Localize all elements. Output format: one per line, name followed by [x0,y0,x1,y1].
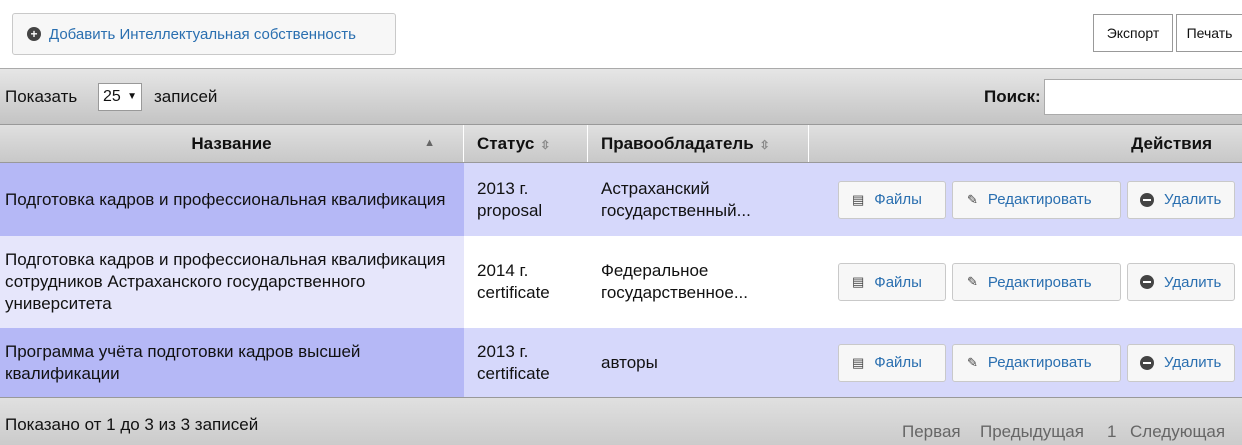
table-toolbar: Показать 25 ▼ записей Поиск: [0,68,1242,125]
cell-actions: ▤ Файлы ✎ Редактировать Удалить [810,236,1242,328]
edit-label: Редактировать [987,191,1092,208]
export-button[interactable]: Экспорт [1093,14,1173,52]
pagination-previous[interactable]: Предыдущая [980,422,1084,442]
pencil-icon: ✎ [967,354,978,370]
sort-asc-icon: ▲ [424,137,435,149]
length-suffix: записей [154,87,218,106]
cell-status: 2013 г. certificate [477,341,550,383]
edit-label: Редактировать [987,273,1092,291]
cell-actions: ▤ Файлы ✎ Редактировать Удалить [810,328,1242,397]
add-ip-button[interactable]: + Добавить Интеллектуальная собственност… [12,13,396,55]
files-button[interactable]: ▤ Файлы [838,343,946,382]
cell-owner: Федеральное государственное... [601,261,748,302]
delete-button[interactable]: Удалить [1127,263,1235,301]
delete-button[interactable]: Удалить [1127,180,1235,219]
column-header-status-label: Статус [477,134,535,153]
file-icon: ▤ [852,191,865,207]
delete-label: Удалить [1164,273,1222,291]
delete-label: Удалить [1164,191,1222,208]
page-length-value: 25 [103,88,121,105]
length-label: Показать [5,87,78,106]
minus-circle-icon [1140,275,1154,289]
cell-name: Программа учёта подготовки кадров высшей… [0,328,464,397]
search-input[interactable] [1044,79,1242,115]
cell-name: Подготовка кадров и профессиональная ква… [0,163,464,236]
delete-button[interactable]: Удалить [1127,343,1235,382]
minus-circle-icon [1140,192,1154,207]
column-header-owner[interactable]: Правообладатель ⇳ [589,125,809,162]
print-button[interactable]: Печать [1176,14,1242,52]
table-row: Программа учёта подготовки кадров высшей… [0,328,1242,397]
file-icon: ▤ [852,354,865,370]
search-label: Поиск: [984,87,1041,106]
cell-owner: Астраханский государственный... [601,178,751,220]
edit-button[interactable]: ✎ Редактировать [952,263,1121,301]
table-info: Показано от 1 до 3 из 3 записей [5,415,259,434]
column-header-owner-label: Правообладатель [601,134,754,153]
file-icon: ▤ [852,274,865,289]
cell-name: Подготовка кадров и профессиональная ква… [0,236,464,328]
table-row: Подготовка кадров и профессиональная ква… [0,163,1242,236]
table-row: Подготовка кадров и профессиональная ква… [0,236,1242,328]
pagination-first[interactable]: Первая [902,422,961,442]
table-footer: Показано от 1 до 3 из 3 записей Первая П… [0,397,1242,445]
pencil-icon: ✎ [967,191,978,207]
pagination-page-1[interactable]: 1 [1107,422,1116,442]
cell-actions: ▤ Файлы ✎ Редактировать Удалить [810,163,1242,236]
delete-label: Удалить [1164,354,1222,371]
files-label: Файлы [874,354,922,371]
column-header-name-label: Название [191,134,272,153]
column-header-name[interactable]: Название ▲ [0,125,464,162]
files-button[interactable]: ▤ Файлы [838,180,946,219]
edit-button[interactable]: ✎ Редактировать [952,343,1121,382]
cell-status: 2014 г. certificate [477,261,550,302]
pagination-next[interactable]: Следующая [1130,422,1225,442]
edit-button[interactable]: ✎ Редактировать [952,180,1121,219]
column-header-actions: Действия [1131,134,1212,153]
files-button[interactable]: ▤ Файлы [838,263,946,301]
files-label: Файлы [874,273,922,291]
sort-both-icon: ⇳ [540,138,551,152]
column-header-status[interactable]: Статус ⇳ [464,125,588,162]
minus-circle-icon [1140,355,1154,370]
files-label: Файлы [874,191,922,208]
pencil-icon: ✎ [967,274,978,289]
plus-circle-icon: + [27,27,41,41]
cell-owner: авторы [601,352,658,372]
page-length-select[interactable]: 25 ▼ [98,83,142,111]
table-header: Название ▲ Статус ⇳ Правообладатель ⇳ Дейс… [0,125,1242,163]
edit-label: Редактировать [987,354,1092,371]
select-arrow-icon: ▼ [127,91,137,102]
cell-status: 2013 г. proposal [477,178,543,220]
sort-both-icon: ⇳ [759,138,770,152]
add-ip-label: Добавить Интеллектуальная собственность [49,25,356,43]
